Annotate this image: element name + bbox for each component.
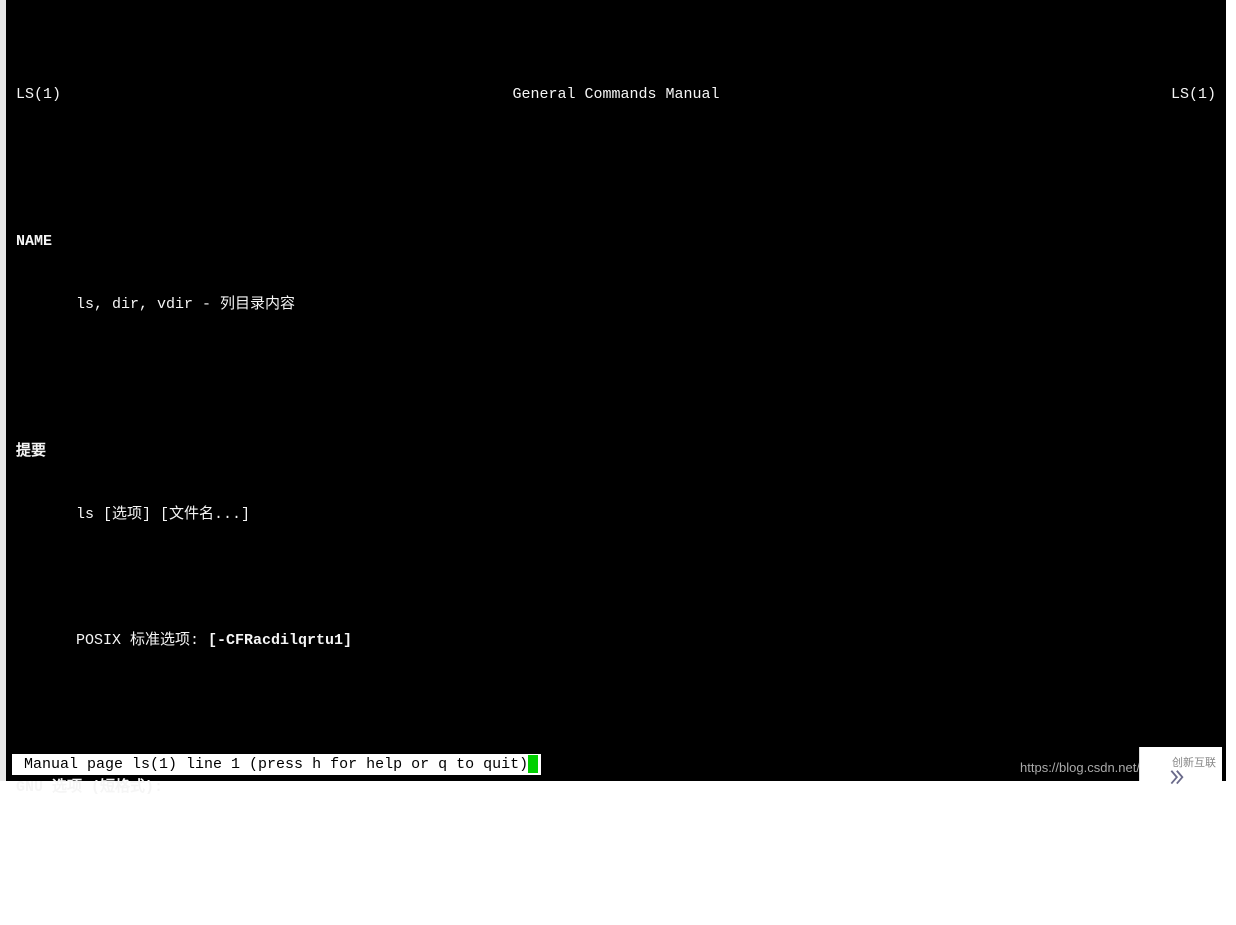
cursor	[528, 755, 538, 773]
header-right: LS(1)	[1171, 84, 1216, 105]
section-synopsis-title: 提要	[8, 441, 1224, 462]
man-page-content: LS(1) General Commands Manual LS(1) NAME…	[6, 42, 1226, 799]
section-gnu-title: GNU 选项 (短格式):	[8, 777, 1224, 798]
section-name-title: NAME	[8, 231, 1224, 252]
watermark-logo: 创新互联	[1139, 747, 1222, 781]
logo-icon	[1146, 753, 1168, 775]
name-body: ls, dir, vdir - 列目录内容	[8, 294, 1224, 315]
man-header: LS(1) General Commands Manual LS(1)	[8, 84, 1224, 105]
man-page-terminal[interactable]: LS(1) General Commands Manual LS(1) NAME…	[0, 0, 1226, 781]
synopsis-usage: ls [选项] [文件名...]	[8, 504, 1224, 525]
watermark-text: 创新互联	[1172, 756, 1216, 771]
header-center: General Commands Manual	[512, 84, 719, 105]
man-status-bar: Manual page ls(1) line 1 (press h for he…	[12, 754, 541, 776]
posix-line: POSIX 标准选项: [-CFRacdilqrtu1]	[8, 630, 1224, 651]
header-left: LS(1)	[16, 84, 61, 105]
